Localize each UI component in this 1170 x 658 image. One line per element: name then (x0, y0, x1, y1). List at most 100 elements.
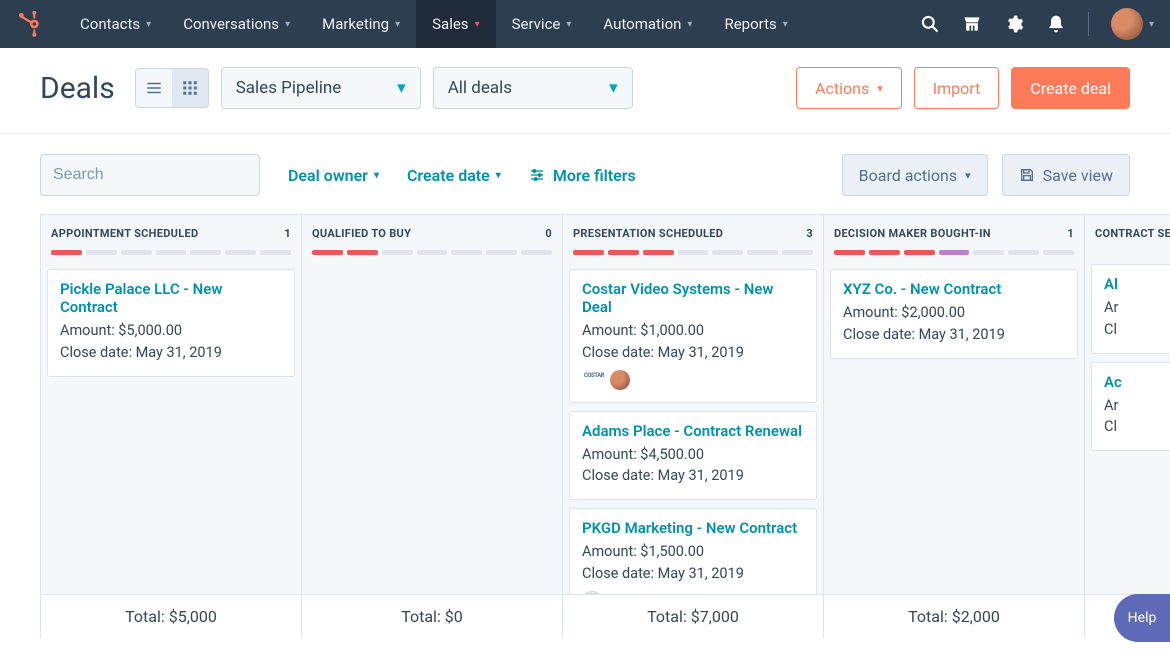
kanban-column: APPOINTMENT SCHEDULED 1 Pickle Palace LLC … (40, 215, 302, 594)
column-body[interactable]: Costar Video Systems - New Deal Amount: $… (563, 263, 823, 594)
nav-label: Marketing (322, 15, 389, 33)
search-input[interactable] (53, 166, 260, 184)
deal-amount: Amount: $2,000.00 (843, 302, 1065, 324)
nav-items: Contacts ▾ Conversations▾ Marketing▾ Sale… (64, 0, 804, 48)
deal-card[interactable]: PKGD Marketing - New ContractAmount: $1,… (569, 508, 817, 594)
nav-marketing[interactable]: Marketing▾ (306, 0, 416, 48)
nav-conversations[interactable]: Conversations▾ (167, 0, 306, 48)
kanban-board: APPOINTMENT SCHEDULED 1 Pickle Palace LLC … (40, 214, 1170, 594)
column-count: 1 (284, 227, 291, 240)
save-view-button[interactable]: Save view (1002, 154, 1130, 196)
settings-gear-icon[interactable] (1004, 14, 1024, 34)
deal-card[interactable]: Pickle Palace LLC - New ContractAmount: … (47, 269, 295, 377)
more-filters[interactable]: More filters (529, 166, 636, 185)
deal-amount: Amount: $5,000.00 (60, 320, 282, 342)
deal-card[interactable]: AcArCl (1091, 362, 1170, 452)
deal-amount: Amount: $1,000.00 (582, 320, 804, 342)
column-body[interactable]: AlArCl AcArCl (1085, 258, 1170, 594)
column-title: PRESENTATION SCHEDULED (573, 227, 723, 240)
column-total: Total: $0 (301, 594, 563, 638)
deal-owner-filter[interactable]: Deal owner ▾ (288, 166, 379, 185)
column-count: 1 (1067, 227, 1074, 240)
actions-button[interactable]: Actions ▾ (796, 67, 902, 109)
filter-label: Create date (407, 166, 490, 185)
notifications-bell-icon[interactable] (1046, 14, 1066, 34)
help-button[interactable]: Help (1114, 594, 1170, 642)
deals-filter-dropdown[interactable]: All deals ▾ (433, 67, 633, 109)
column-body[interactable]: XYZ Co. - New ContractAmount: $2,000.00C… (824, 263, 1084, 594)
deal-title: PKGD Marketing - New Contract (582, 519, 804, 537)
search-icon[interactable] (920, 14, 940, 34)
filter-label: More filters (553, 166, 636, 185)
deal-close-date: Close date: May 31, 2019 (60, 342, 282, 364)
stage-segment (86, 250, 117, 255)
deal-title: XYZ Co. - New Contract (843, 280, 1065, 298)
column-count: 0 (545, 227, 552, 240)
save-icon (1019, 167, 1035, 183)
deal-avatars: COSTAR (582, 370, 804, 390)
page-title: Deals (40, 71, 115, 106)
board-totals-row: Total: $5,000Total: $0Total: $7,000Total… (40, 594, 1170, 638)
column-count: 3 (806, 227, 813, 240)
button-label: Actions (815, 79, 869, 98)
stage-segment (260, 250, 291, 255)
marketplace-icon[interactable] (962, 14, 982, 34)
help-label: Help (1128, 610, 1157, 626)
kanban-column: PRESENTATION SCHEDULED 3 Costar Video Syst… (562, 215, 824, 594)
stage-segment (382, 250, 413, 255)
deal-title: Costar Video Systems - New Deal (582, 280, 804, 316)
create-deal-button[interactable]: Create deal (1011, 67, 1130, 109)
view-toggle (135, 68, 209, 108)
board-view-button[interactable] (172, 69, 208, 107)
column-header: QUALIFIED TO BUY 0 (302, 215, 562, 263)
account-menu[interactable]: ▾ (1111, 8, 1154, 40)
deal-card[interactable]: Costar Video Systems - New Deal Amount: $… (569, 269, 817, 403)
nav-service[interactable]: Service▾ (496, 0, 588, 48)
pipeline-dropdown[interactable]: Sales Pipeline ▾ (221, 67, 421, 109)
column-total: Total: $2,000 (823, 594, 1085, 638)
chevron-down-icon: ▾ (569, 78, 618, 98)
column-header: PRESENTATION SCHEDULED 3 (563, 215, 823, 263)
stage-segment (678, 250, 709, 255)
nav-automation[interactable]: Automation▾ (587, 0, 708, 48)
nav-label: Conversations (183, 15, 279, 33)
stage-segment (347, 250, 378, 255)
nav-contacts[interactable]: Contacts ▾ (64, 0, 167, 48)
stage-progress (573, 250, 813, 255)
stage-segment (712, 250, 743, 255)
list-view-button[interactable] (136, 69, 172, 107)
nav-label: Contacts (80, 15, 140, 33)
stage-segment (190, 250, 221, 255)
search-box[interactable] (40, 154, 260, 196)
create-date-filter[interactable]: Create date ▾ (407, 166, 501, 185)
stage-segment (834, 250, 865, 255)
deal-card[interactable]: Adams Place - Contract RenewalAmount: $4… (569, 411, 817, 501)
column-title: APPOINTMENT SCHEDULED (51, 227, 198, 240)
deal-card[interactable]: AlArCl (1091, 264, 1170, 354)
deal-card[interactable]: XYZ Co. - New ContractAmount: $2,000.00C… (830, 269, 1078, 359)
stage-segment (1043, 250, 1074, 255)
kanban-column: QUALIFIED TO BUY 0 (301, 215, 563, 594)
stage-segment (643, 250, 674, 255)
sliders-icon (529, 167, 545, 183)
deal-close-date: Cl (1104, 416, 1170, 438)
column-body[interactable] (302, 263, 562, 594)
kanban-column: DECISION MAKER BOUGHT-IN1 XYZ Co. - New C… (823, 215, 1085, 594)
stage-segment (608, 250, 639, 255)
stage-progress (51, 250, 291, 255)
stage-segment (486, 250, 517, 255)
column-header: DECISION MAKER BOUGHT-IN1 (824, 215, 1084, 263)
chevron-down-icon: ▾ (877, 82, 883, 95)
column-body[interactable]: Pickle Palace LLC - New ContractAmount: … (41, 263, 301, 594)
board-actions-button[interactable]: Board actions ▾ (842, 154, 988, 196)
nav-sales[interactable]: Sales▾ (416, 0, 495, 48)
hubspot-logo-icon[interactable] (16, 10, 44, 38)
deal-amount: Amount: $4,500.00 (582, 444, 804, 466)
chevron-down-icon: ▾ (146, 19, 151, 30)
nav-reports[interactable]: Reports▾ (708, 0, 803, 48)
column-title: QUALIFIED TO BUY (312, 227, 411, 240)
column-header: APPOINTMENT SCHEDULED 1 (41, 215, 301, 263)
column-total: Total: $7,000 (562, 594, 824, 638)
import-button[interactable]: Import (914, 67, 1000, 109)
chevron-down-icon: ▾ (374, 170, 379, 181)
